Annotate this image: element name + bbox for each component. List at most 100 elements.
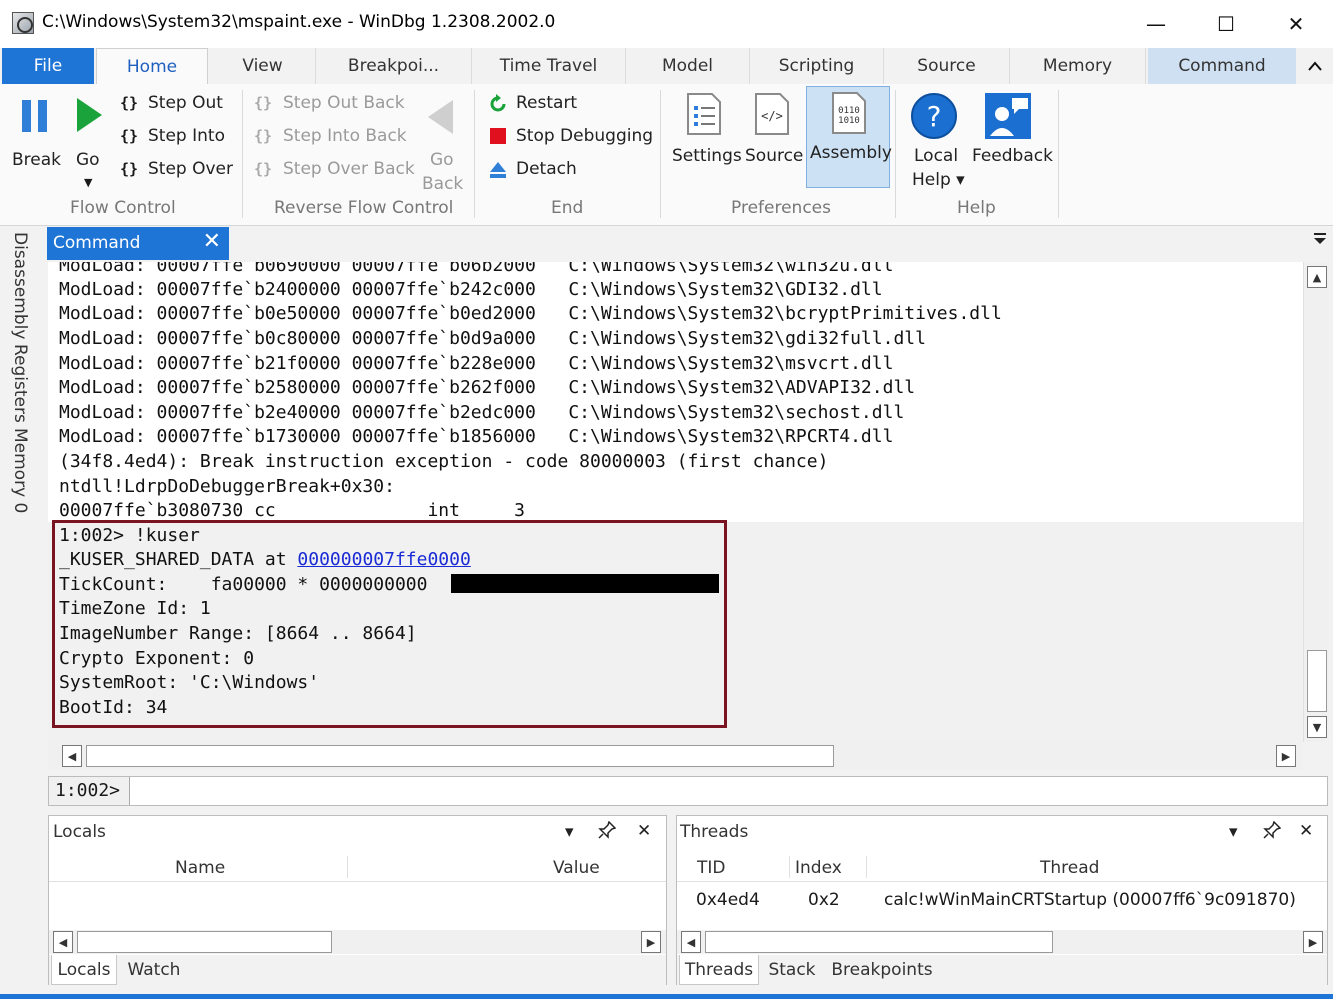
output-line: ModLoad: 00007ffe`b0c80000 00007ffe`b0d9… xyxy=(59,328,926,349)
threads-column-tid[interactable]: TID xyxy=(697,858,726,878)
settings-button[interactable]: Settings xyxy=(670,88,742,192)
scroll-thumb[interactable] xyxy=(77,931,332,953)
pin-icon[interactable] xyxy=(1263,820,1282,844)
locals-horizontal-scrollbar[interactable]: ◀ ▶ xyxy=(49,930,666,954)
step-out-label: Step Out xyxy=(148,93,223,113)
command-input[interactable] xyxy=(131,777,1321,805)
step-out-button[interactable]: {} Step Out xyxy=(118,92,238,118)
side-tab-disassembly[interactable]: Disassembly xyxy=(10,232,30,339)
tab-locals[interactable]: Locals xyxy=(51,955,117,985)
output-line: ModLoad: 00007ffe`b2580000 00007ffe`b262… xyxy=(59,377,916,398)
scroll-right-icon[interactable]: ▶ xyxy=(641,931,661,953)
step-over-button[interactable]: {} Step Over xyxy=(118,158,238,184)
go-back-label-line2: Back xyxy=(422,174,464,194)
scroll-left-icon[interactable]: ◀ xyxy=(681,931,701,953)
scroll-left-icon[interactable]: ◀ xyxy=(53,931,73,953)
step-over-icon: {} xyxy=(119,160,139,178)
threads-horizontal-scrollbar[interactable]: ◀ ▶ xyxy=(677,930,1327,954)
feedback-person-icon xyxy=(985,93,1031,139)
output-horizontal-scrollbar[interactable]: ◀ ▶ xyxy=(48,742,1303,770)
command-tab-close-icon[interactable]: ✕ xyxy=(203,229,221,254)
go-back-button[interactable]: Go Back xyxy=(420,92,464,194)
output-line: ModLoad: 00007ffe`b0e50000 00007ffe`b0ed… xyxy=(59,303,1002,324)
step-into-back-button[interactable]: {} Step Into Back xyxy=(252,125,412,151)
command-prompt: 1:002> xyxy=(49,777,130,805)
group-separator xyxy=(474,90,475,218)
tab-watch[interactable]: Watch xyxy=(119,955,189,985)
tab-source[interactable]: Source xyxy=(884,48,1010,84)
collapse-ribbon-icon[interactable] xyxy=(1300,48,1330,84)
minimize-button[interactable]: — xyxy=(1121,0,1191,48)
maximize-button[interactable]: ☐ xyxy=(1191,0,1261,48)
locals-tab-strip: Locals Watch xyxy=(49,955,666,985)
step-into-button[interactable]: {} Step Into xyxy=(118,125,238,151)
locals-pane-title: Locals xyxy=(53,822,106,842)
command-window-tab[interactable]: Command ✕ xyxy=(47,227,229,260)
ribbon-tab-row: File Home View Breakpoi... Time Travel M… xyxy=(0,48,1333,85)
tab-file[interactable]: File xyxy=(2,48,94,84)
stop-debugging-button[interactable]: Stop Debugging xyxy=(487,125,653,151)
break-label: Break xyxy=(12,150,61,170)
scroll-thumb[interactable] xyxy=(705,931,1053,953)
step-over-back-button[interactable]: {} Step Over Back xyxy=(252,158,415,184)
chevron-down-icon[interactable]: ▾ xyxy=(1229,822,1238,842)
table-row[interactable]: 0x4ed4 0x2 calc!wWinMainCRTStartup (0000… xyxy=(677,884,1327,916)
tab-time-travel[interactable]: Time Travel xyxy=(472,48,626,84)
step-into-icon: {} xyxy=(119,127,139,145)
scroll-down-icon[interactable]: ▼ xyxy=(1307,716,1327,738)
tab-scripting[interactable]: Scripting xyxy=(750,48,884,84)
restart-button[interactable]: Restart xyxy=(487,92,607,118)
column-divider xyxy=(789,856,790,878)
threads-column-index[interactable]: Index xyxy=(795,858,842,878)
output-vertical-scrollbar[interactable]: ▲ ▼ xyxy=(1303,262,1329,742)
tab-list-dropdown-icon[interactable] xyxy=(1313,232,1327,250)
threads-column-thread[interactable]: Thread xyxy=(1040,858,1099,878)
window-title: C:\Windows\System32\mspaint.exe - WinDbg… xyxy=(42,12,556,32)
tab-threads[interactable]: Threads xyxy=(679,955,759,985)
go-button[interactable]: Go ▼ xyxy=(70,92,106,192)
pin-icon[interactable] xyxy=(598,820,617,844)
tab-breakpoints-pane[interactable]: Breakpoints xyxy=(827,955,937,985)
tab-view[interactable]: View xyxy=(210,48,316,84)
tab-stack[interactable]: Stack xyxy=(761,955,823,985)
output-line: ModLoad: 00007ffe`b1730000 00007ffe`b185… xyxy=(59,426,894,447)
assembly-label: Assembly xyxy=(810,143,892,163)
assembly-binary-icon: 0110 1010 xyxy=(832,92,866,134)
column-divider xyxy=(347,856,348,878)
feedback-label: Feedback xyxy=(972,146,1053,166)
step-out-back-button[interactable]: {} Step Out Back xyxy=(252,92,412,118)
break-button[interactable]: Break xyxy=(12,92,61,172)
tab-memory[interactable]: Memory xyxy=(1010,48,1146,84)
side-tab-registers[interactable]: Registers xyxy=(10,344,30,423)
group-separator xyxy=(242,90,243,218)
tab-model[interactable]: Model xyxy=(626,48,750,84)
locals-column-name[interactable]: Name xyxy=(175,858,225,878)
close-icon[interactable]: ✕ xyxy=(637,821,651,841)
threads-tab-strip: Threads Stack Breakpoints xyxy=(677,955,1327,985)
threads-pane: Threads ▾ ✕ TID Index Thread 0x4ed4 0x2 … xyxy=(676,815,1328,985)
close-window-button[interactable]: ✕ xyxy=(1261,0,1331,48)
scroll-up-icon[interactable]: ▲ xyxy=(1307,266,1327,288)
detach-button[interactable]: Detach xyxy=(487,158,607,184)
side-tab-memory-0[interactable]: Memory 0 xyxy=(10,428,30,513)
step-out-icon: {} xyxy=(119,94,139,112)
source-button[interactable]: </> Source xyxy=(742,88,804,192)
scroll-thumb[interactable] xyxy=(1307,650,1327,712)
scroll-thumb[interactable] xyxy=(86,745,834,767)
scroll-left-icon[interactable]: ◀ xyxy=(62,745,82,767)
threads-pane-title: Threads xyxy=(680,822,749,842)
help-group-label: Help xyxy=(957,198,996,218)
close-icon[interactable]: ✕ xyxy=(1299,821,1313,841)
local-help-button[interactable]: ? Local Help ▾ xyxy=(905,88,965,192)
tab-breakpoints[interactable]: Breakpoi... xyxy=(316,48,472,84)
tab-command[interactable]: Command xyxy=(1148,48,1296,84)
chevron-down-icon[interactable]: ▾ xyxy=(565,822,574,842)
svg-text:1010: 1010 xyxy=(838,116,860,126)
tab-home[interactable]: Home xyxy=(96,48,208,85)
scroll-right-icon[interactable]: ▶ xyxy=(1303,931,1323,953)
scroll-right-icon[interactable]: ▶ xyxy=(1276,745,1296,767)
assembly-button[interactable]: 0110 1010 Assembly xyxy=(806,86,892,188)
locals-column-value[interactable]: Value xyxy=(553,858,600,878)
feedback-button[interactable]: Feedback xyxy=(970,88,1053,172)
step-out-back-label: Step Out Back xyxy=(283,93,405,113)
